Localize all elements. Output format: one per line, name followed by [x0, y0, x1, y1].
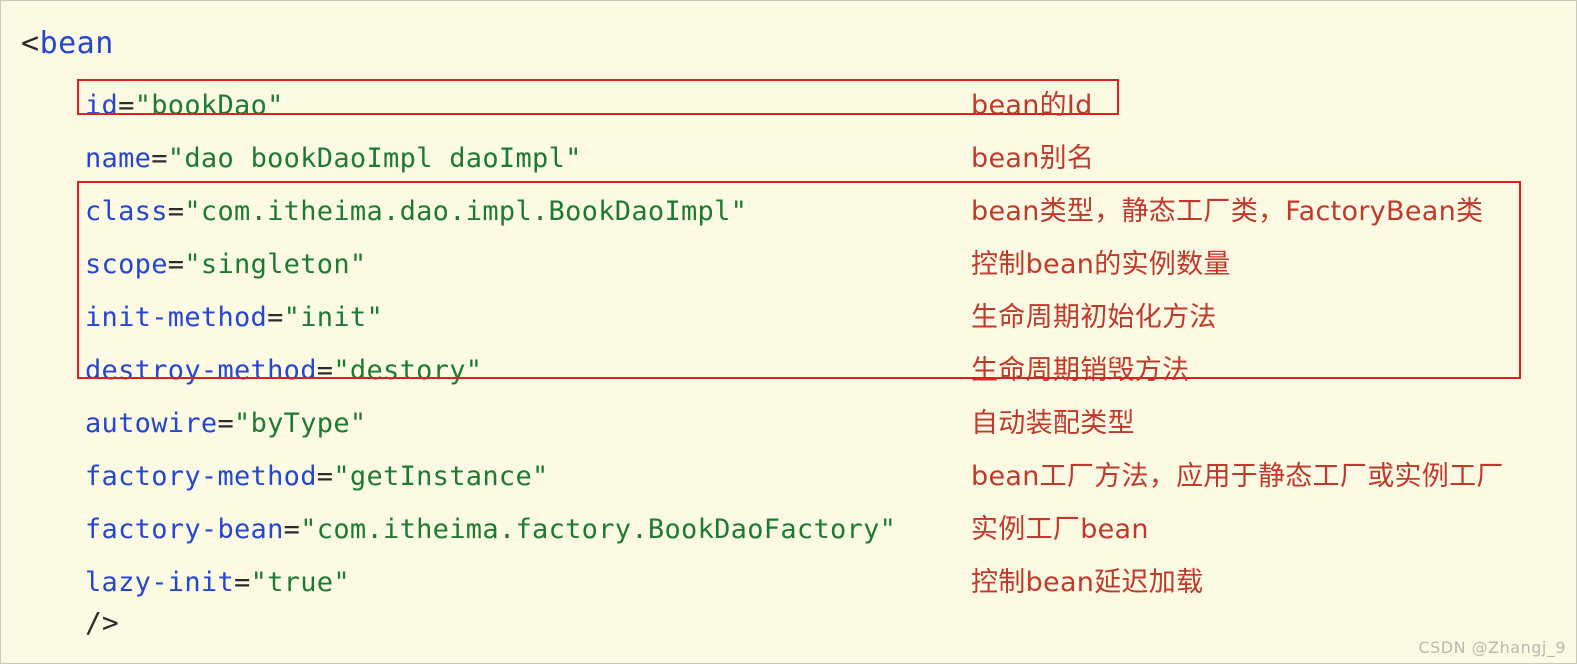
attribute-row: factory-bean="com.itheima.factory.BookDa…: [1, 503, 1576, 556]
attribute-name: name: [85, 143, 152, 174]
attribute-value: "true": [250, 567, 350, 598]
attribute-code: factory-bean="com.itheima.factory.BookDa…: [85, 503, 896, 556]
attribute-code: autowire="byType": [85, 397, 366, 450]
attribute-annotation: bean别名: [971, 143, 1095, 174]
attribute-annotation: 自动装配类型: [971, 408, 1135, 439]
attribute-value: "getInstance": [333, 461, 549, 492]
attribute-code: init-method="init": [85, 291, 383, 344]
attribute-value: "com.itheima.factory.BookDaoFactory": [300, 514, 897, 545]
equals-sign: =: [151, 143, 168, 174]
angle-bracket-open-icon: <: [21, 26, 40, 61]
attribute-value: "dao bookDaoImpl daoImpl": [167, 143, 582, 174]
attribute-name: factory-bean: [85, 514, 284, 545]
equals-sign: =: [234, 567, 251, 598]
attribute-value: "com.itheima.dao.impl.BookDaoImpl": [184, 196, 748, 227]
attribute-name: destroy-method: [85, 355, 317, 386]
equals-sign: =: [167, 249, 185, 280]
root-tag-name: bean: [39, 26, 114, 61]
attribute-annotation: bean类型，静态工厂类，FactoryBean类: [971, 196, 1484, 227]
attribute-annotation: 控制bean的实例数量: [971, 249, 1231, 280]
attribute-row: scope="singleton" 控制bean的实例数量: [1, 238, 1576, 291]
attribute-name: autowire: [85, 408, 218, 439]
attribute-value: "init": [283, 302, 384, 333]
attribute-value: "bookDao": [134, 90, 284, 121]
attribute-annotation: bean的Id: [971, 90, 1093, 121]
equals-sign: =: [167, 196, 185, 227]
attribute-row: autowire="byType" 自动装配类型: [1, 397, 1576, 450]
root-element-open-tag: <bean: [21, 26, 114, 61]
equals-sign: =: [118, 90, 135, 121]
attribute-row: lazy-init="true" 控制bean延迟加载: [1, 556, 1576, 609]
attribute-code: class="com.itheima.dao.impl.BookDaoImpl": [85, 185, 747, 238]
attribute-code: destroy-method="destory": [85, 344, 482, 397]
attribute-name: init-method: [85, 302, 268, 333]
attribute-annotation: 控制bean延迟加载: [971, 567, 1204, 598]
attribute-row: name="dao bookDaoImpl daoImpl" bean别名: [1, 132, 1576, 185]
attribute-row: init-method="init" 生命周期初始化方法: [1, 291, 1576, 344]
equals-sign: =: [267, 302, 284, 333]
self-closing-tag: />: [85, 606, 119, 639]
code-annotation-figure: <bean id="bookDao" bean的Id name="dao bookD…: [0, 0, 1577, 664]
attribute-annotation: bean工厂方法，应用于静态工厂或实例工厂: [971, 461, 1504, 492]
attribute-value: "singleton": [184, 249, 367, 280]
attribute-name: factory-method: [85, 461, 317, 492]
watermark: CSDN @Zhangj_9: [1418, 638, 1566, 657]
equals-sign: =: [283, 514, 301, 545]
attribute-name: lazy-init: [85, 567, 234, 598]
attribute-code: lazy-init="true": [85, 556, 350, 609]
attribute-value: "destory": [333, 355, 483, 386]
attribute-name: class: [85, 196, 168, 227]
attribute-annotation: 生命周期初始化方法: [971, 302, 1217, 333]
equals-sign: =: [217, 408, 235, 439]
attribute-annotation: 实例工厂bean: [971, 514, 1149, 545]
attribute-code: factory-method="getInstance": [85, 450, 549, 503]
attribute-annotation: 生命周期销毁方法: [971, 355, 1190, 386]
attribute-name: id: [85, 90, 119, 121]
attribute-code: name="dao bookDaoImpl daoImpl": [85, 132, 582, 185]
attribute-row: destroy-method="destory" 生命周期销毁方法: [1, 344, 1576, 397]
attribute-code: scope="singleton": [85, 238, 366, 291]
attribute-row: id="bookDao" bean的Id: [1, 79, 1576, 132]
equals-sign: =: [316, 461, 334, 492]
attribute-row: factory-method="getInstance" bean工厂方法，应用于…: [1, 450, 1576, 503]
attribute-row: class="com.itheima.dao.impl.BookDaoImpl"…: [1, 185, 1576, 238]
attribute-name: scope: [85, 249, 168, 280]
equals-sign: =: [316, 355, 334, 386]
attribute-code: id="bookDao": [85, 79, 284, 132]
attribute-value: "byType": [234, 408, 367, 439]
